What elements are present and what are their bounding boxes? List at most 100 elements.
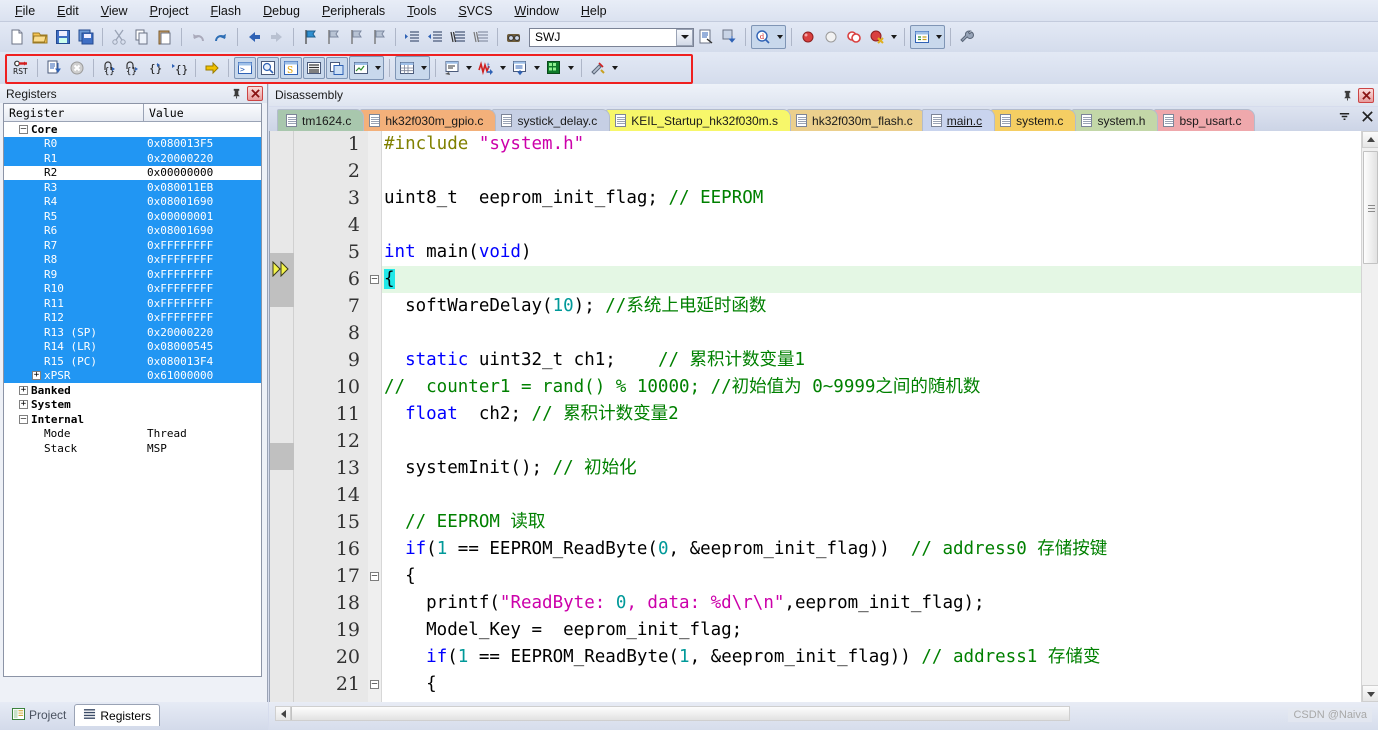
uncomment-button[interactable] [470,26,492,48]
find-in-files-button[interactable] [503,26,525,48]
chevron-down-icon[interactable] [565,57,576,79]
code-line[interactable]: if(1 == EEPROM_ReadByte(0, &eeprom_init_… [382,536,1361,563]
editor-fold-column[interactable]: – – – [368,131,382,702]
code-line[interactable]: uint8_t eeprom_init_flag; // EEPROM [382,185,1361,212]
editor-tab-system-c[interactable]: system.c [991,109,1077,131]
register-row[interactable]: Mode Thread [4,427,261,442]
register-row[interactable]: R13 (SP) 0x20000220 [4,325,261,340]
code-line[interactable]: float ch2; // 累积计数变量2 [382,401,1361,428]
paste-button[interactable] [154,26,176,48]
editor-tab-hk32f030m-gpio-c[interactable]: hk32f030m_gpio.c [360,109,497,131]
kill-all-breakpoints-button[interactable] [866,26,899,48]
register-group-system[interactable]: + System [4,398,261,413]
code-line[interactable]: if(1 == EEPROM_ReadByte(1, &eeprom_init_… [382,644,1361,671]
editor-vertical-scrollbar[interactable] [1361,131,1378,702]
tree-toggle-icon[interactable]: + [19,400,28,410]
code-line[interactable]: // EEPROM 读取 [382,509,1361,536]
watch-windows-button[interactable] [349,56,384,80]
scroll-left-arrow-icon[interactable] [276,707,291,720]
disassembly-window-button[interactable] [257,57,279,79]
menu-item-svcs[interactable]: SVCS [447,2,503,20]
navigate-back-button[interactable] [243,26,265,48]
horizontal-scroll-track[interactable] [275,706,1070,721]
trace-windows-button[interactable] [509,57,542,79]
chevron-down-icon[interactable] [1338,110,1351,126]
pin-icon[interactable] [229,86,244,101]
menu-item-file[interactable]: File [4,2,46,20]
code-line[interactable]: // counter1 = rand() % 10000; //初始值为 0~9… [382,374,1361,401]
undo-button[interactable] [187,26,209,48]
code-line[interactable] [382,320,1361,347]
disable-breakpoint-button[interactable] [820,26,842,48]
tree-toggle-icon[interactable]: + [19,385,28,395]
indent-button[interactable] [401,26,423,48]
redo-button[interactable] [210,26,232,48]
register-row[interactable]: R15 (PC) 0x080013F4 [4,354,261,369]
system-analyzer-button[interactable] [543,57,576,79]
register-group-core[interactable]: – Core [4,122,261,137]
cut-button[interactable] [108,26,130,48]
scroll-up-arrow-icon[interactable] [1362,131,1378,148]
menu-item-window[interactable]: Window [503,2,569,20]
register-row[interactable]: R4 0x08001690 [4,194,261,209]
code-line[interactable] [382,212,1361,239]
save-button[interactable] [52,26,74,48]
close-icon[interactable] [1361,110,1374,126]
comment-button[interactable] [447,26,469,48]
sidebar-tab-project[interactable]: Project [4,704,74,726]
register-group-banked[interactable]: + Banked [4,383,261,398]
register-row[interactable]: R3 0x080011EB [4,180,261,195]
register-row[interactable]: R0 0x080013F5 [4,136,261,151]
chevron-down-icon[interactable] [676,28,693,46]
disable-all-breakpoints-button[interactable] [843,26,865,48]
chevron-down-icon[interactable] [418,57,429,79]
editor-breakpoint-gutter[interactable] [270,131,294,702]
editor-tab-bsp-usart-c[interactable]: bsp_usart.c [1154,109,1255,131]
manage-components-button[interactable] [718,26,740,48]
menu-item-view[interactable]: View [90,2,139,20]
code-line[interactable]: { [382,266,1361,293]
register-row[interactable]: R2 0x00000000 [4,166,261,181]
register-row[interactable]: + xPSR 0x61000000 [4,368,261,383]
register-row[interactable]: R9 0xFFFFFFFF [4,267,261,282]
window-layout-button[interactable] [910,25,945,49]
chevron-down-icon[interactable] [933,26,944,48]
chevron-down-icon[interactable] [372,57,383,79]
navigate-forward-button[interactable] [266,26,288,48]
chevron-down-icon[interactable] [531,57,542,79]
clear-bookmarks-button[interactable] [368,26,390,48]
insert-bookmark-button[interactable] [299,26,321,48]
code-line[interactable]: static uint32_t ch1; // 累积计数变量1 [382,347,1361,374]
code-line[interactable]: printf("ReadByte: 0, data: %d\r\n",eepro… [382,590,1361,617]
menu-item-edit[interactable]: Edit [46,2,90,20]
menu-item-project[interactable]: Project [139,2,200,20]
code-line[interactable]: Model_Key = eeprom_init_flag; [382,617,1361,644]
menu-item-peripherals[interactable]: Peripherals [311,2,396,20]
symbols-window-button[interactable]: S [280,57,302,79]
sidebar-tab-registers[interactable]: Registers [74,704,161,726]
menu-item-debug[interactable]: Debug [252,2,311,20]
call-stack-window-button[interactable] [326,57,348,79]
code-line[interactable]: { [382,671,1361,698]
memory-windows-button[interactable] [395,56,430,80]
open-file-button[interactable] [29,26,51,48]
prev-bookmark-button[interactable] [322,26,344,48]
analysis-windows-button[interactable]: t [475,57,508,79]
show-next-statement-button[interactable] [201,57,223,79]
code-editor[interactable]: 1 2 3 4 5 6 7 8 9 10 11 12 13 14 15 16 17 18 19 20 21 – – – #i… [269,131,1378,702]
debug-tools-button[interactable] [587,57,620,79]
command-window-button[interactable]: > [234,57,256,79]
scroll-down-arrow-icon[interactable] [1362,685,1378,702]
registers-window-button[interactable] [303,57,325,79]
chevron-down-icon[interactable] [888,26,899,48]
register-row[interactable]: R11 0xFFFFFFFF [4,296,261,311]
chevron-down-icon[interactable] [463,57,474,79]
code-line[interactable] [382,428,1361,455]
register-group-internal[interactable]: – Internal [4,412,261,427]
code-line[interactable]: { [382,563,1361,590]
scrollbar-thumb[interactable] [291,707,1069,720]
run-button[interactable] [43,57,65,79]
step-button[interactable]: {} [99,57,121,79]
search-target-button[interactable]: d [751,25,786,49]
code-line[interactable]: int main(void) [382,239,1361,266]
